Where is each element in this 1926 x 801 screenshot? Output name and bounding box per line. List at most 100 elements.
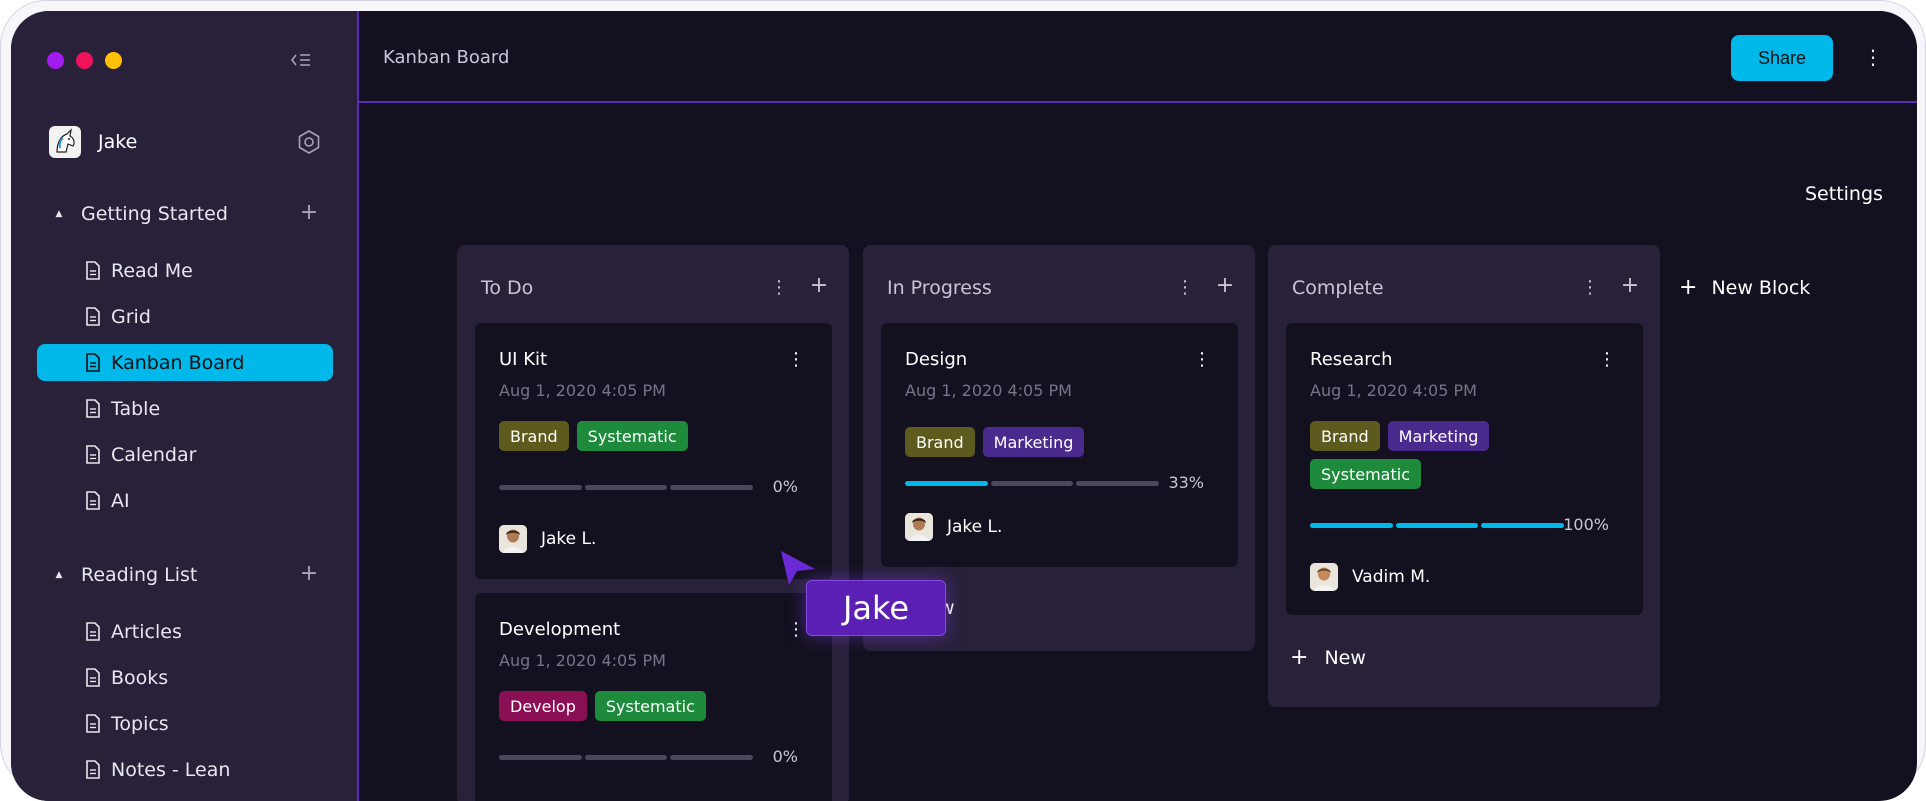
collapse-sidebar-icon[interactable] xyxy=(287,48,315,72)
settings-hexagon-icon[interactable] xyxy=(295,128,323,156)
column-add-icon[interactable]: + xyxy=(1213,273,1237,299)
caret-up-icon[interactable]: ▲ xyxy=(53,570,65,580)
tag-systematic[interactable]: Systematic xyxy=(594,691,706,721)
top-header: Kanban Board Share ⋮ xyxy=(359,11,1917,103)
card-tags: Develop Systematic xyxy=(499,691,719,721)
tag-marketing[interactable]: Marketing xyxy=(1387,421,1490,451)
document-icon xyxy=(86,261,100,280)
card-tags: Brand Systematic xyxy=(499,421,719,451)
tag-brand[interactable]: Brand xyxy=(499,421,569,451)
document-icon xyxy=(86,353,100,372)
tag-systematic[interactable]: Systematic xyxy=(1310,459,1421,489)
window-control-maximize[interactable] xyxy=(105,52,122,69)
card-title: Design xyxy=(905,349,968,370)
document-icon xyxy=(86,714,100,733)
add-card-button[interactable]: + New xyxy=(1290,645,1366,670)
sidebar-item-grid[interactable]: Grid xyxy=(37,298,333,335)
sidebar-item-kanban-board[interactable]: Kanban Board xyxy=(37,344,333,381)
plus-icon: + xyxy=(1290,645,1309,670)
sidebar-item-table[interactable]: Table xyxy=(37,390,333,427)
device-frame: Jake ▲ Getting Started + Read Me Grid Ka… xyxy=(0,0,1926,801)
document-icon xyxy=(86,445,100,464)
card-date: Aug 1, 2020 4:05 PM xyxy=(905,381,1072,400)
sidebar-item-read-me[interactable]: Read Me xyxy=(37,252,333,289)
assignee-name: Jake L. xyxy=(947,517,1003,537)
progress-segment xyxy=(1310,523,1393,528)
sidebar-item-topics[interactable]: Topics xyxy=(37,705,333,742)
sidebar-item-label: Calendar xyxy=(111,443,197,466)
progress-segment xyxy=(584,755,668,760)
card-title: UI Kit xyxy=(499,349,548,370)
more-vertical-icon[interactable]: ⋮ xyxy=(1863,45,1883,69)
kanban-card[interactable]: Research ⋮ Aug 1, 2020 4:05 PM Brand Mar… xyxy=(1286,323,1643,615)
kanban-column-to-do: To Do ⋮ + UI Kit ⋮ Aug 1, 2020 4:05 PM B… xyxy=(457,245,849,801)
tag-brand[interactable]: Brand xyxy=(1310,421,1380,451)
card-more-icon[interactable]: ⋮ xyxy=(1193,347,1211,371)
column-add-icon[interactable]: + xyxy=(1618,273,1642,299)
progress-percent: 33% xyxy=(1168,473,1204,492)
window-controls xyxy=(47,52,122,69)
sidebar-item-label: AI xyxy=(111,489,130,512)
sidebar-item-label: Table xyxy=(111,397,161,420)
card-more-icon[interactable]: ⋮ xyxy=(1598,347,1616,371)
settings-link[interactable]: Settings xyxy=(1805,183,1883,205)
sidebar-item-books[interactable]: Books xyxy=(37,659,333,696)
column-more-icon[interactable]: ⋮ xyxy=(770,275,788,299)
sidebar-item-articles[interactable]: Articles xyxy=(37,613,333,650)
sidebar-item-label: Kanban Board xyxy=(111,351,245,374)
card-assignee: Vadim M. xyxy=(1310,563,1430,591)
kanban-card[interactable]: Development ⋮ Aug 1, 2020 4:05 PM Develo… xyxy=(475,593,832,801)
kanban-card[interactable]: Design ⋮ Aug 1, 2020 4:05 PM Brand Marke… xyxy=(881,323,1238,567)
progress-segment xyxy=(499,755,582,760)
add-page-icon[interactable]: + xyxy=(297,201,321,225)
avatar xyxy=(499,525,527,553)
window-control-minimize[interactable] xyxy=(76,52,93,69)
sidebar-item-label: Notes - Lean xyxy=(111,758,231,781)
section-title: Getting Started xyxy=(81,203,228,225)
unicorn-logo-icon xyxy=(49,126,81,158)
progress-segment xyxy=(905,481,988,486)
tag-develop[interactable]: Develop xyxy=(499,691,587,721)
progress-segment xyxy=(1076,481,1160,486)
app-window: Jake ▲ Getting Started + Read Me Grid Ka… xyxy=(11,11,1917,801)
card-assignee: Jake L. xyxy=(905,513,1002,541)
assignee-name: Jake L. xyxy=(541,529,597,549)
column-title: Complete xyxy=(1292,277,1384,299)
column-more-icon[interactable]: ⋮ xyxy=(1581,275,1599,299)
caret-up-icon[interactable]: ▲ xyxy=(53,209,65,219)
progress-bar xyxy=(499,755,754,760)
card-more-icon[interactable]: ⋮ xyxy=(787,347,805,371)
add-page-icon[interactable]: + xyxy=(297,562,321,586)
card-tags: Brand Marketing xyxy=(905,427,1125,457)
share-button[interactable]: Share xyxy=(1731,35,1833,81)
section-getting-started[interactable]: ▲ Getting Started + xyxy=(53,199,331,229)
sidebar-item-ai[interactable]: AI xyxy=(37,482,333,519)
sidebar: Jake ▲ Getting Started + Read Me Grid Ka… xyxy=(11,11,359,801)
tag-brand[interactable]: Brand xyxy=(905,427,975,457)
card-more-icon[interactable]: ⋮ xyxy=(787,617,805,641)
document-icon xyxy=(86,399,100,418)
avatar xyxy=(905,513,933,541)
column-add-icon[interactable]: + xyxy=(807,273,831,299)
column-title: To Do xyxy=(481,277,534,299)
sidebar-item-label: Articles xyxy=(111,620,182,643)
progress-segment xyxy=(990,481,1074,486)
column-more-icon[interactable]: ⋮ xyxy=(1176,275,1194,299)
window-control-close[interactable] xyxy=(47,52,64,69)
sidebar-item-notes-lean[interactable]: Notes - Lean xyxy=(37,751,333,788)
tag-systematic[interactable]: Systematic xyxy=(576,421,688,451)
sidebar-item-label: Read Me xyxy=(111,259,193,282)
document-icon xyxy=(86,307,100,326)
progress-bar xyxy=(499,485,754,490)
document-icon xyxy=(86,491,100,510)
workspace-user[interactable]: Jake xyxy=(49,125,329,159)
sidebar-item-label: Topics xyxy=(111,712,169,735)
progress-segment xyxy=(1481,523,1565,528)
progress-segment xyxy=(670,755,754,760)
tag-marketing[interactable]: Marketing xyxy=(982,427,1085,457)
sidebar-item-calendar[interactable]: Calendar xyxy=(37,436,333,473)
kanban-card[interactable]: UI Kit ⋮ Aug 1, 2020 4:05 PM Brand Syste… xyxy=(475,323,832,579)
new-block-button[interactable]: + New Block xyxy=(1679,275,1810,300)
new-block-label: New Block xyxy=(1711,276,1811,299)
section-reading-list[interactable]: ▲ Reading List + xyxy=(53,560,331,590)
